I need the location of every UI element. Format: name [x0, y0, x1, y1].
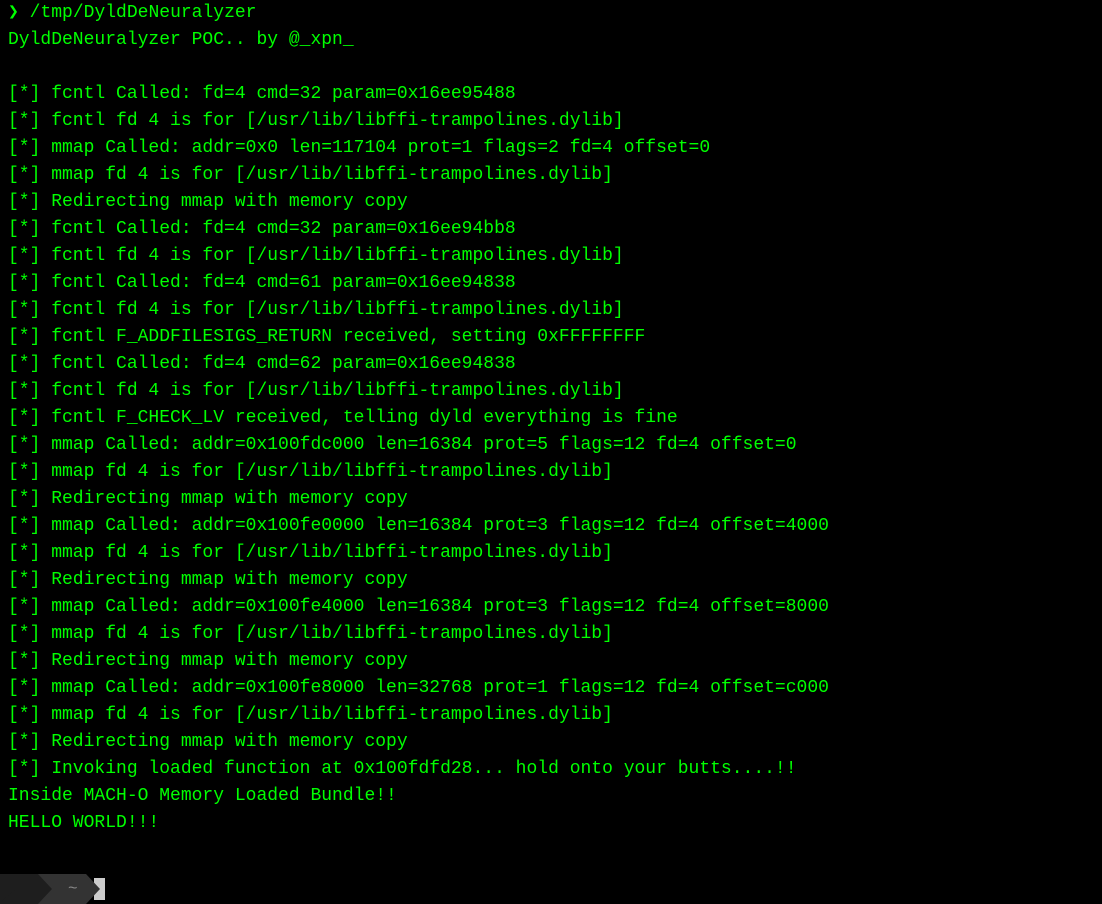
output-line: Inside MACH-O Memory Loaded Bundle!!: [8, 783, 1094, 810]
output-line: [*] mmap fd 4 is for [/usr/lib/libffi-tr…: [8, 540, 1094, 567]
status-rest: [86, 874, 1102, 904]
output-line: [*] mmap Called: addr=0x100fdc000 len=16…: [8, 432, 1094, 459]
output-line: [*] fcntl F_CHECK_LV received, telling d…: [8, 405, 1094, 432]
output-line: [*] Invoking loaded function at 0x100fdf…: [8, 756, 1094, 783]
status-home-path: ~: [68, 877, 78, 901]
output-line: [*] mmap fd 4 is for [/usr/lib/libffi-tr…: [8, 621, 1094, 648]
output-line: [*] mmap fd 4 is for [/usr/lib/libffi-tr…: [8, 459, 1094, 486]
output-line: DyldDeNeuralyzer POC.. by @_xpn_: [8, 27, 1094, 54]
output-line: [*] fcntl Called: fd=4 cmd=61 param=0x16…: [8, 270, 1094, 297]
terminal-output[interactable]: ❯ /tmp/DyldDeNeuralyzer DyldDeNeuralyzer…: [0, 0, 1102, 837]
status-bar: ~: [0, 874, 1102, 904]
output-line: [*] Redirecting mmap with memory copy: [8, 567, 1094, 594]
output-line: [8, 54, 1094, 81]
output-line: [*] fcntl fd 4 is for [/usr/lib/libffi-t…: [8, 297, 1094, 324]
output-line: HELLO WORLD!!!: [8, 810, 1094, 837]
output-line: [*] mmap Called: addr=0x100fe4000 len=16…: [8, 594, 1094, 621]
output-lines: DyldDeNeuralyzer POC.. by @_xpn_ [*] fcn…: [8, 27, 1094, 837]
output-line: [*] fcntl Called: fd=4 cmd=62 param=0x16…: [8, 351, 1094, 378]
output-line: [*] mmap fd 4 is for [/usr/lib/libffi-tr…: [8, 702, 1094, 729]
output-line: [*] Redirecting mmap with memory copy: [8, 729, 1094, 756]
output-line: [*] fcntl fd 4 is for [/usr/lib/libffi-t…: [8, 243, 1094, 270]
prompt-line: ❯ /tmp/DyldDeNeuralyzer: [8, 0, 1094, 27]
status-segment-apple[interactable]: [0, 874, 38, 904]
prompt-command: /tmp/DyldDeNeuralyzer: [19, 0, 257, 27]
output-line: [*] fcntl Called: fd=4 cmd=32 param=0x16…: [8, 216, 1094, 243]
output-line: [*] mmap Called: addr=0x100fe8000 len=32…: [8, 675, 1094, 702]
prompt-symbol: ❯: [8, 0, 19, 27]
output-line: [*] Redirecting mmap with memory copy: [8, 648, 1094, 675]
output-line: [*] fcntl fd 4 is for [/usr/lib/libffi-t…: [8, 108, 1094, 135]
output-line: [*] fcntl fd 4 is for [/usr/lib/libffi-t…: [8, 378, 1094, 405]
output-line: [*] Redirecting mmap with memory copy: [8, 189, 1094, 216]
output-line: [*] fcntl F_ADDFILESIGS_RETURN received,…: [8, 324, 1094, 351]
output-line: [*] Redirecting mmap with memory copy: [8, 486, 1094, 513]
output-line: [*] mmap Called: addr=0x100fe0000 len=16…: [8, 513, 1094, 540]
output-line: [*] mmap Called: addr=0x0 len=117104 pro…: [8, 135, 1094, 162]
output-line: [*] fcntl Called: fd=4 cmd=32 param=0x16…: [8, 81, 1094, 108]
output-line: [*] mmap fd 4 is for [/usr/lib/libffi-tr…: [8, 162, 1094, 189]
